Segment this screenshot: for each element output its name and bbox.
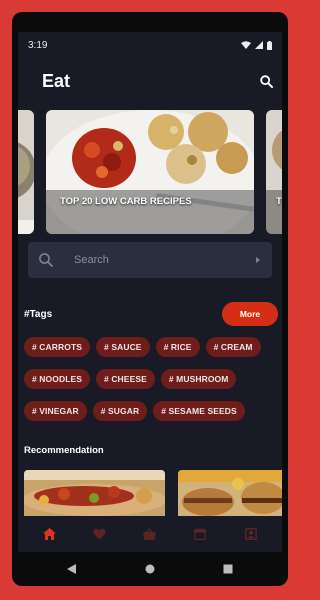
carousel-card-next[interactable]: T [266, 110, 282, 234]
recommendation-card[interactable] [24, 470, 165, 516]
carousel-card-title: TOP 20 LOW CARB RECIPES [60, 196, 192, 207]
more-button[interactable]: More [222, 302, 278, 326]
search-bar[interactable] [28, 242, 272, 278]
phone-frame: 3:19 Eat TOP 20 LOW CARB RECIPES T Searc… [12, 12, 288, 586]
wifi-icon [241, 41, 251, 49]
tag-row: # VINEGAR # SUGAR # SESAME SEEDS [24, 401, 245, 421]
tag-noodles[interactable]: # NOODLES [24, 369, 91, 389]
chevron-right-icon[interactable] [254, 256, 262, 264]
home-button[interactable] [141, 560, 159, 578]
home-icon [42, 528, 56, 540]
bottom-navigation [18, 516, 282, 552]
tag-cheese[interactable]: # CHEESE [96, 369, 155, 389]
recipe-image [178, 470, 282, 516]
basket-icon [143, 528, 157, 540]
recommendation-title: Recommendation [24, 445, 104, 456]
nav-favorites[interactable] [88, 522, 112, 546]
home-circle-icon [145, 564, 155, 574]
tag-sesame-seeds[interactable]: # SESAME SEEDS [153, 401, 245, 421]
nav-home[interactable] [37, 522, 61, 546]
search-icon [39, 253, 53, 267]
recipe-image [46, 110, 254, 234]
status-icons [241, 40, 272, 50]
tag-sugar[interactable]: # SUGAR [92, 401, 148, 421]
app-title: Eat [42, 70, 71, 91]
signal-icon [255, 41, 263, 49]
tags-title: #Tags [24, 308, 53, 320]
recents-icon [223, 564, 233, 574]
tags-header: #Tags More [18, 302, 282, 326]
battery-icon [267, 40, 272, 50]
carousel-card-previous[interactable] [18, 110, 34, 234]
search-icon[interactable] [256, 71, 276, 91]
back-button[interactable] [63, 560, 81, 578]
back-icon [67, 564, 76, 574]
tag-row: # NOODLES # CHEESE # MUSHROOM [24, 369, 237, 389]
status-time: 3:19 [28, 39, 48, 51]
app-header: Eat [18, 68, 282, 94]
tag-rice[interactable]: # RICE [155, 337, 200, 357]
recipe-image [266, 110, 282, 234]
recents-button[interactable] [219, 560, 237, 578]
carousel-card-title: T [276, 196, 282, 207]
app-screen: 3:19 Eat TOP 20 LOW CARB RECIPES T Searc… [18, 32, 282, 552]
recommendation-card[interactable] [178, 470, 282, 516]
nav-basket[interactable] [138, 522, 162, 546]
tag-carrots[interactable]: # CARROTS [24, 337, 91, 357]
tag-sauce[interactable]: # SAUCE [96, 337, 150, 357]
nav-calendar[interactable] [188, 522, 212, 546]
nav-profile[interactable] [239, 522, 263, 546]
recipe-image [24, 470, 165, 516]
profile-icon [244, 528, 257, 540]
tag-cream[interactable]: # CREAM [205, 337, 261, 357]
carousel-card-featured[interactable]: TOP 20 LOW CARB RECIPES [46, 110, 254, 234]
recipe-carousel[interactable]: TOP 20 LOW CARB RECIPES T [18, 110, 282, 234]
calendar-icon [194, 528, 207, 540]
recipe-image [18, 110, 34, 234]
tag-mushroom[interactable]: # MUSHROOM [160, 369, 237, 389]
tag-vinegar[interactable]: # VINEGAR [24, 401, 87, 421]
system-navigation [12, 552, 288, 586]
search-input[interactable] [74, 254, 254, 266]
status-bar: 3:19 [18, 32, 282, 58]
heart-icon [93, 528, 106, 540]
tag-row: # CARROTS # SAUCE # RICE # CREAM [24, 337, 261, 357]
